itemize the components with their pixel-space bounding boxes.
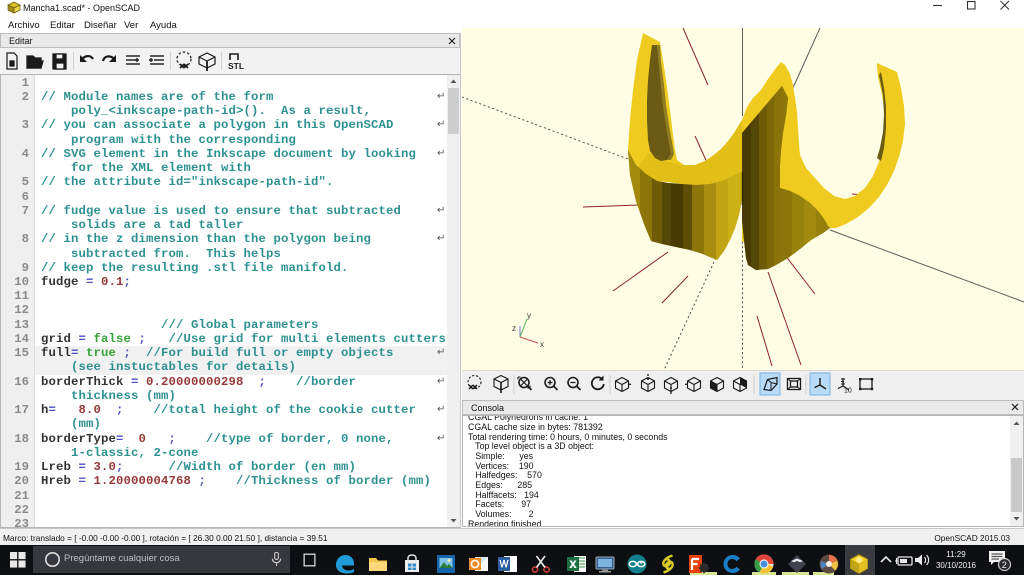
svg-text:y: y — [527, 311, 531, 320]
svg-text:STL: STL — [228, 61, 244, 71]
svg-text:z: z — [512, 324, 516, 333]
svg-text:10: 10 — [844, 388, 852, 395]
svg-text:x: x — [540, 340, 544, 349]
svg-text:2: 2 — [1002, 560, 1007, 570]
